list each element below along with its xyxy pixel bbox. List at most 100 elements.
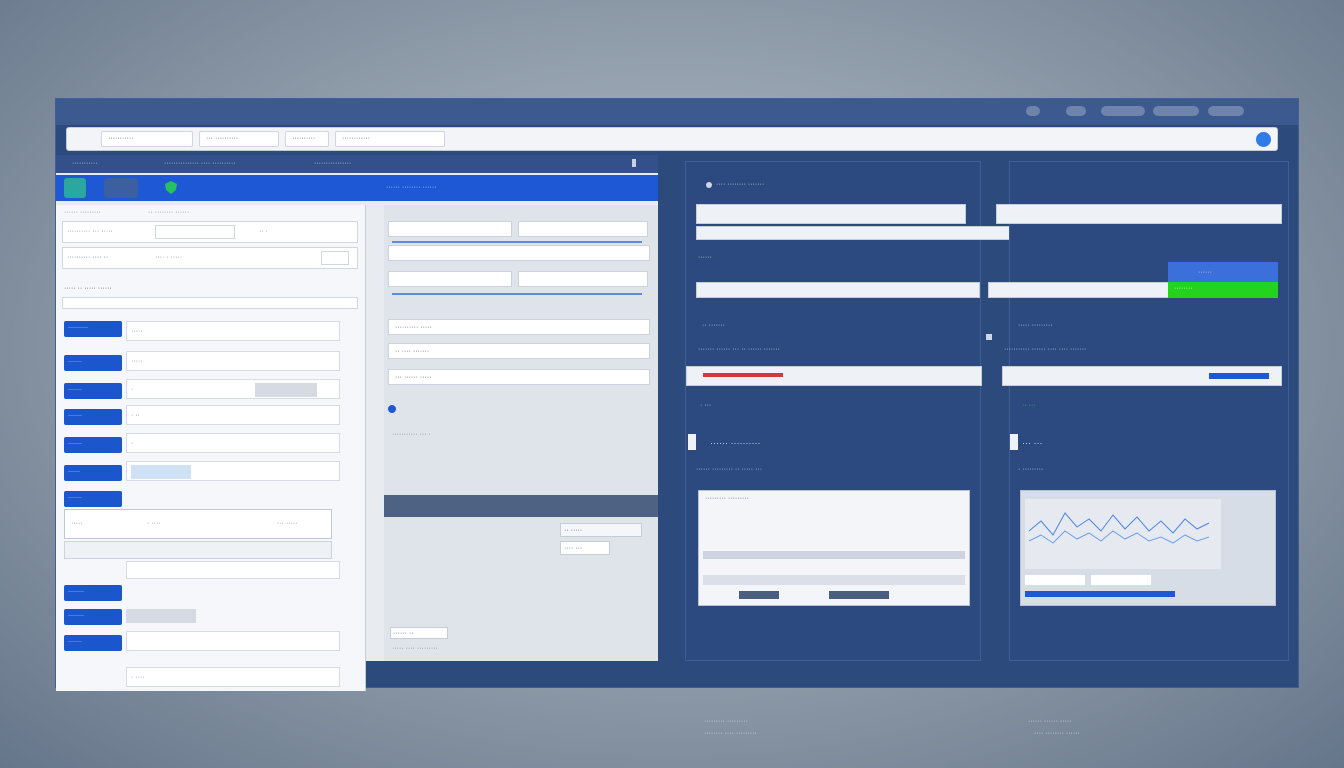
section-meta: ··········· ······ ···· ···· ······· xyxy=(1004,346,1087,353)
address-tab[interactable]: ··· ·········· xyxy=(199,131,279,147)
table-cell[interactable] xyxy=(739,591,779,599)
data-table[interactable]: ········· ········· xyxy=(698,490,970,606)
chart-preview[interactable] xyxy=(1020,490,1276,606)
success-button[interactable]: ········ xyxy=(1168,282,1278,298)
middle-row[interactable]: ··· ······ ····· xyxy=(388,369,650,385)
field[interactable]: ····· xyxy=(126,321,340,341)
middle-footer: ····· ···· ········· xyxy=(392,645,438,652)
field[interactable] xyxy=(126,461,340,481)
line-chart-icon xyxy=(1025,499,1221,597)
middle-row[interactable]: ·········· ····· xyxy=(388,319,650,335)
form-row-label: ·········· ···· ·· xyxy=(67,254,109,261)
middle-pane: ·········· ····· ·· ···· ······· ··· ···… xyxy=(384,205,658,661)
side-button[interactable]: ·········· xyxy=(64,321,122,337)
error-indicator xyxy=(703,373,783,377)
field-value: ····· xyxy=(131,358,143,365)
form-row: ·········· ···· ·· ···· · ····· xyxy=(62,247,358,269)
middle-field[interactable] xyxy=(518,221,648,237)
form-row-value: ·· · xyxy=(259,228,268,235)
small-button[interactable]: ·· ····· xyxy=(560,523,642,537)
data-row[interactable] xyxy=(64,541,332,559)
field-value: · ·· xyxy=(131,412,140,419)
right-panel-b: ······ ········ ····· ········· ········… xyxy=(986,161,1289,737)
progress-line xyxy=(392,293,642,295)
marker-icon xyxy=(1010,434,1018,450)
middle-row[interactable]: ·· ···· ······· xyxy=(388,343,650,359)
table-row[interactable] xyxy=(703,551,965,559)
side-button[interactable]: ······ xyxy=(64,465,122,481)
app-window: ··········· ··· ·········· ·········· ··… xyxy=(55,98,1299,737)
panel-title: ······ ·········· xyxy=(710,438,761,448)
field-value: · ···· xyxy=(131,674,145,681)
field[interactable]: · xyxy=(126,379,340,399)
tab-3[interactable]: ················ xyxy=(306,158,386,170)
section-input[interactable] xyxy=(1002,366,1282,386)
address-tab[interactable]: ············ xyxy=(335,131,445,147)
tab-scroll-icon[interactable] xyxy=(632,159,636,167)
counter-text: · ··· xyxy=(700,402,712,409)
info-icon[interactable] xyxy=(388,405,396,413)
address-tab[interactable]: ·········· xyxy=(285,131,329,147)
data-row[interactable]: ····· · ···· ··· ····· xyxy=(64,509,332,539)
side-button[interactable]: ······· xyxy=(64,409,122,425)
window-control-icon[interactable] xyxy=(1066,106,1086,116)
section-input[interactable] xyxy=(686,366,982,386)
field[interactable]: · xyxy=(126,433,340,453)
middle-field[interactable] xyxy=(388,245,650,261)
side-button[interactable]: ······· xyxy=(64,383,122,399)
middle-field[interactable] xyxy=(388,271,512,287)
panel-header: ···· ········ ······· xyxy=(716,181,765,188)
side-button[interactable]: ······· xyxy=(64,491,122,507)
footer-line: ······ ······ ····· xyxy=(1028,718,1072,725)
side-button[interactable]: ······· xyxy=(64,635,122,651)
field[interactable] xyxy=(126,561,340,579)
form-input[interactable] xyxy=(321,251,349,265)
panel-input[interactable] xyxy=(996,204,1282,224)
small-button[interactable]: ···· ··· xyxy=(560,541,610,555)
field-selection xyxy=(131,465,191,479)
panel-input[interactable] xyxy=(696,204,966,224)
field[interactable] xyxy=(126,631,340,651)
panel-tag: ······ xyxy=(698,254,712,261)
window-control-icon[interactable] xyxy=(1101,106,1145,116)
field[interactable]: · ·· xyxy=(126,405,340,425)
middle-field[interactable] xyxy=(518,271,648,287)
table-row[interactable] xyxy=(703,575,965,585)
banner-title: ······ ········ ······ xyxy=(386,184,437,191)
form-header-left: ······ ········· xyxy=(64,209,101,216)
recycle-icon[interactable] xyxy=(64,178,86,198)
footer-chip[interactable]: ······ ·· xyxy=(390,627,448,639)
window-control-icon[interactable] xyxy=(1153,106,1199,116)
side-button[interactable]: ······· xyxy=(64,437,122,453)
chart-icon[interactable] xyxy=(104,178,138,198)
section-title: ·· ······· xyxy=(702,322,725,329)
middle-field[interactable] xyxy=(388,221,512,237)
side-button[interactable]: ········ xyxy=(64,609,122,625)
window-control-icon[interactable] xyxy=(1026,106,1040,116)
section-meta: ······· ······ ··· ·· ······ ······· xyxy=(698,346,780,353)
panel-blue-button[interactable]: ······ xyxy=(1168,262,1278,284)
field[interactable]: · ···· xyxy=(126,667,340,687)
side-button[interactable]: ······· xyxy=(64,355,122,371)
panel-bar[interactable] xyxy=(696,282,980,298)
progress-line xyxy=(392,241,642,243)
address-tab[interactable]: ··········· xyxy=(101,131,193,147)
go-icon[interactable] xyxy=(1256,132,1271,147)
footer-line: ········ ···· ········· xyxy=(704,730,757,737)
form-row: ·········· ··· ····· ·· · xyxy=(62,221,358,243)
table-cell[interactable] xyxy=(829,591,889,599)
address-bar[interactable]: ··········· ··· ·········· ·········· ··… xyxy=(66,127,1278,151)
field[interactable]: ····· xyxy=(126,351,340,371)
middle-divider-bar xyxy=(384,495,658,517)
table-header: ········· ········· xyxy=(705,495,749,502)
panel-bar[interactable] xyxy=(988,282,1172,298)
shield-icon[interactable] xyxy=(160,178,182,198)
form-input[interactable] xyxy=(155,225,235,239)
side-button[interactable]: ········ xyxy=(64,585,122,601)
form-panel: ······ ········· ·· ········ ······ ····… xyxy=(56,205,366,691)
tab-2[interactable]: ··············· ···· ·········· xyxy=(156,158,316,170)
field-value: · xyxy=(131,440,134,447)
window-control-icon[interactable] xyxy=(1208,106,1244,116)
section-input[interactable] xyxy=(62,297,358,309)
tab-1[interactable]: ··········· xyxy=(64,158,134,170)
